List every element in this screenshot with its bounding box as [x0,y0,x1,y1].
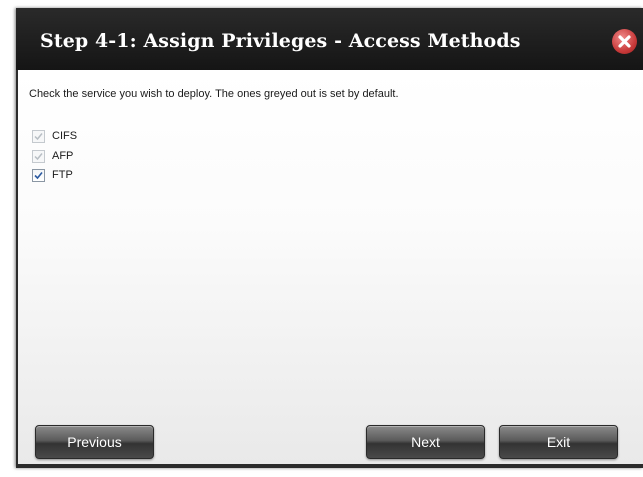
cifs-checkbox [32,130,45,143]
ftp-label[interactable]: FTP [52,169,73,181]
afp-checkbox [32,150,45,163]
afp-label: AFP [52,150,74,162]
instruction-text: Check the service you wish to deploy. Th… [29,88,399,100]
dialog-titlebar: Step 4-1: Assign Privileges - Access Met… [16,8,643,70]
wizard-dialog: Step 4-1: Assign Privileges - Access Met… [16,8,643,468]
ftp-checkbox[interactable] [32,169,45,182]
cifs-label: CIFS [52,130,78,142]
dialog-title: Step 4-1: Assign Privileges - Access Met… [40,30,521,52]
previous-button[interactable]: Previous [35,425,154,459]
exit-button[interactable]: Exit [499,425,618,459]
close-icon[interactable] [612,29,637,54]
next-button[interactable]: Next [366,425,485,459]
dialog-content: Check the service you wish to deploy. Th… [18,70,643,464]
